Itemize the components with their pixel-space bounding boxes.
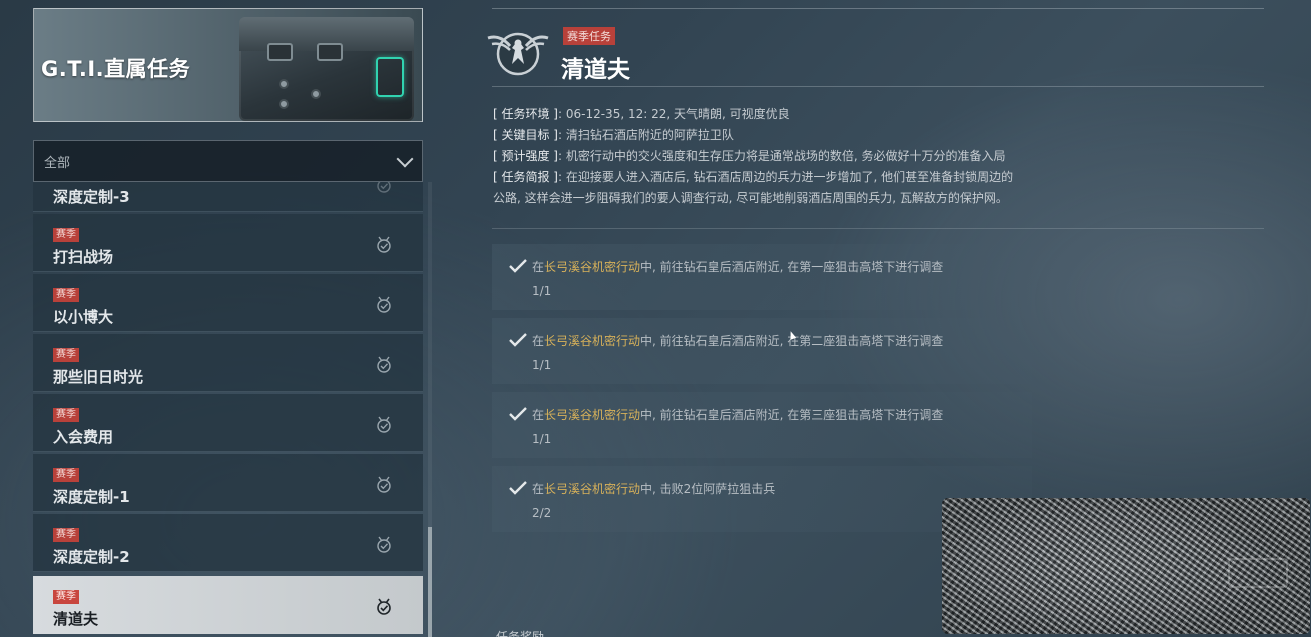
- mission-filter-dropdown[interactable]: 全部: [33, 140, 423, 182]
- mission-list[interactable]: 深度定制-3 赛季 打扫战场 赛季 以小博大 赛季 那些旧日时光 赛季 入会费用…: [33, 182, 423, 637]
- objective-item: 在长弓溪谷机密行动中, 前往钻石皇后酒店附近, 在第二座狙击高塔下进行调查 1/…: [492, 318, 1032, 384]
- season-badge: 赛季: [53, 468, 79, 482]
- mission-item-label: 那些旧日时光: [53, 368, 144, 386]
- medal-check-icon: [377, 296, 391, 313]
- info-value: : 06-12-35, 12: 22, 天气晴朗, 可视度优良: [558, 107, 790, 121]
- mission-item-old-times[interactable]: 赛季 那些旧日时光: [33, 334, 423, 392]
- reward-section-label: 任务奖励: [496, 630, 545, 637]
- mission-info: [ 任务环境 ]: 06-12-35, 12: 22, 天气晴朗, 可视度优良 …: [493, 104, 1133, 209]
- objective-progress: 2/2: [532, 506, 552, 520]
- mission-item-scavenger[interactable]: 赛季 清道夫: [33, 576, 423, 634]
- mission-item-label: 打扫战场: [53, 248, 114, 266]
- mission-item-deep-custom-2[interactable]: 赛季 深度定制-2: [33, 514, 423, 572]
- mission-item-deep-custom-1[interactable]: 赛季 深度定制-1: [33, 454, 423, 512]
- info-row-briefing: [ 任务简报 ]: 在迎接要人进入酒店后, 钻石酒店周边的兵力进一步增加了, 他…: [493, 167, 1133, 188]
- season-badge: 赛季: [53, 228, 79, 242]
- mission-item-label: 以小博大: [53, 308, 114, 326]
- eagle-emblem-icon: [487, 32, 549, 76]
- objective-location: 长弓溪谷机密行动: [544, 260, 641, 274]
- objective-progress: 1/1: [532, 432, 552, 446]
- mission-item-label: 深度定制-1: [53, 488, 130, 506]
- objective-text: 在长弓溪谷机密行动中, 前往钻石皇后酒店附近, 在第二座狙击高塔下进行调查: [532, 332, 943, 349]
- season-badge: 赛季: [53, 590, 79, 604]
- objective-text: 在长弓溪谷机密行动中, 击败2位阿萨拉狙击兵: [532, 480, 775, 497]
- info-briefing-continued: 公路, 这样会进一步阻碍我们的要人调查行动, 尽可能地削弱酒店周围的兵力, 瓦解…: [493, 191, 1008, 205]
- filter-selected-label: 全部: [44, 155, 71, 171]
- banner-title: G.T.I.直属任务: [41, 57, 191, 81]
- checkmark-icon: [509, 333, 527, 347]
- obscured-overlay: [942, 498, 1310, 634]
- info-row-environment: [ 任务环境 ]: 06-12-35, 12: 22, 天气晴朗, 可视度优良: [493, 104, 1133, 125]
- season-badge: 赛季: [53, 288, 79, 302]
- mission-item-label: 清道夫: [53, 610, 99, 628]
- objective-task: 中, 前往钻石皇后酒店附近, 在第一座狙击高塔下进行调查: [640, 260, 944, 274]
- info-value: : 清扫钻石酒店附近的阿萨拉卫队: [558, 128, 734, 142]
- info-key: [ 任务环境 ]: [493, 107, 558, 121]
- mission-item-entry-fee[interactable]: 赛季 入会费用: [33, 394, 423, 452]
- medal-check-icon: [377, 236, 391, 253]
- medal-check-icon: [377, 536, 391, 553]
- info-row-target: [ 关键目标 ]: 清扫钻石酒店附近的阿萨拉卫队: [493, 125, 1133, 146]
- divider: [492, 228, 1264, 229]
- season-badge: 赛季: [53, 408, 79, 422]
- supply-case-illustration: [239, 17, 414, 121]
- divider: [492, 86, 1264, 87]
- season-mission-tag: 赛季任务: [563, 27, 615, 45]
- objective-task: 中, 击败2位阿萨拉狙击兵: [640, 482, 776, 496]
- info-row-intensity: [ 预计强度 ]: 机密行动中的交火强度和生存压力将是通常战场的数倍, 务必做好…: [493, 146, 1133, 167]
- gti-mission-banner: G.T.I.直属任务: [33, 8, 423, 122]
- divider: [492, 8, 1264, 9]
- medal-check-icon: [377, 356, 391, 373]
- objective-location: 长弓溪谷机密行动: [544, 482, 641, 496]
- info-key: [ 预计强度 ]: [493, 149, 558, 163]
- chevron-down-icon: [396, 153, 412, 169]
- mission-title: 清道夫: [561, 57, 630, 83]
- mission-item-label: 入会费用: [53, 428, 114, 446]
- mission-item-label: 深度定制-3: [53, 188, 130, 206]
- season-badge: 赛季: [53, 528, 79, 542]
- objective-task: 中, 前往钻石皇后酒店附近, 在第三座狙击高塔下进行调查: [640, 408, 944, 422]
- scroll-thumb[interactable]: [428, 527, 432, 637]
- checkmark-icon: [509, 481, 527, 495]
- mission-list-scrollbar[interactable]: [428, 182, 432, 637]
- medal-check-icon: [377, 598, 391, 615]
- objective-progress: 1/1: [532, 284, 552, 298]
- checkmark-icon: [509, 407, 527, 421]
- season-badge: 赛季: [53, 348, 79, 362]
- objective-prefix: 在: [532, 260, 545, 274]
- mission-item-clean-battlefield[interactable]: 赛季 打扫战场: [33, 214, 423, 272]
- medal-check-icon: [377, 182, 391, 193]
- mission-item-label: 深度定制-2: [53, 548, 130, 566]
- info-value: : 机密行动中的交火强度和生存压力将是通常战场的数倍, 务必做好十万分的准备入局: [558, 149, 1006, 163]
- objective-location: 长弓溪谷机密行动: [544, 334, 641, 348]
- medal-check-icon: [377, 416, 391, 433]
- objective-prefix: 在: [532, 482, 545, 496]
- objective-prefix: 在: [532, 334, 545, 348]
- objective-prefix: 在: [532, 408, 545, 422]
- checkmark-icon: [509, 259, 527, 273]
- info-value: : 在迎接要人进入酒店后, 钻石酒店周边的兵力进一步增加了, 他们甚至准备封锁周…: [558, 170, 1014, 184]
- objective-location: 长弓溪谷机密行动: [544, 408, 641, 422]
- objective-item: 在长弓溪谷机密行动中, 前往钻石皇后酒店附近, 在第三座狙击高塔下进行调查 1/…: [492, 392, 1032, 458]
- mission-item-deep-custom-3[interactable]: 深度定制-3: [33, 182, 423, 212]
- objective-progress: 1/1: [532, 358, 552, 372]
- mission-item-small-big[interactable]: 赛季 以小博大: [33, 274, 423, 332]
- info-key: [ 任务简报 ]: [493, 170, 558, 184]
- objective-item: 在长弓溪谷机密行动中, 前往钻石皇后酒店附近, 在第一座狙击高塔下进行调查 1/…: [492, 244, 1032, 310]
- medal-check-icon: [377, 476, 391, 493]
- info-key: [ 关键目标 ]: [493, 128, 558, 142]
- objective-text: 在长弓溪谷机密行动中, 前往钻石皇后酒店附近, 在第一座狙击高塔下进行调查: [532, 258, 943, 275]
- objective-text: 在长弓溪谷机密行动中, 前往钻石皇后酒店附近, 在第三座狙击高塔下进行调查: [532, 406, 943, 423]
